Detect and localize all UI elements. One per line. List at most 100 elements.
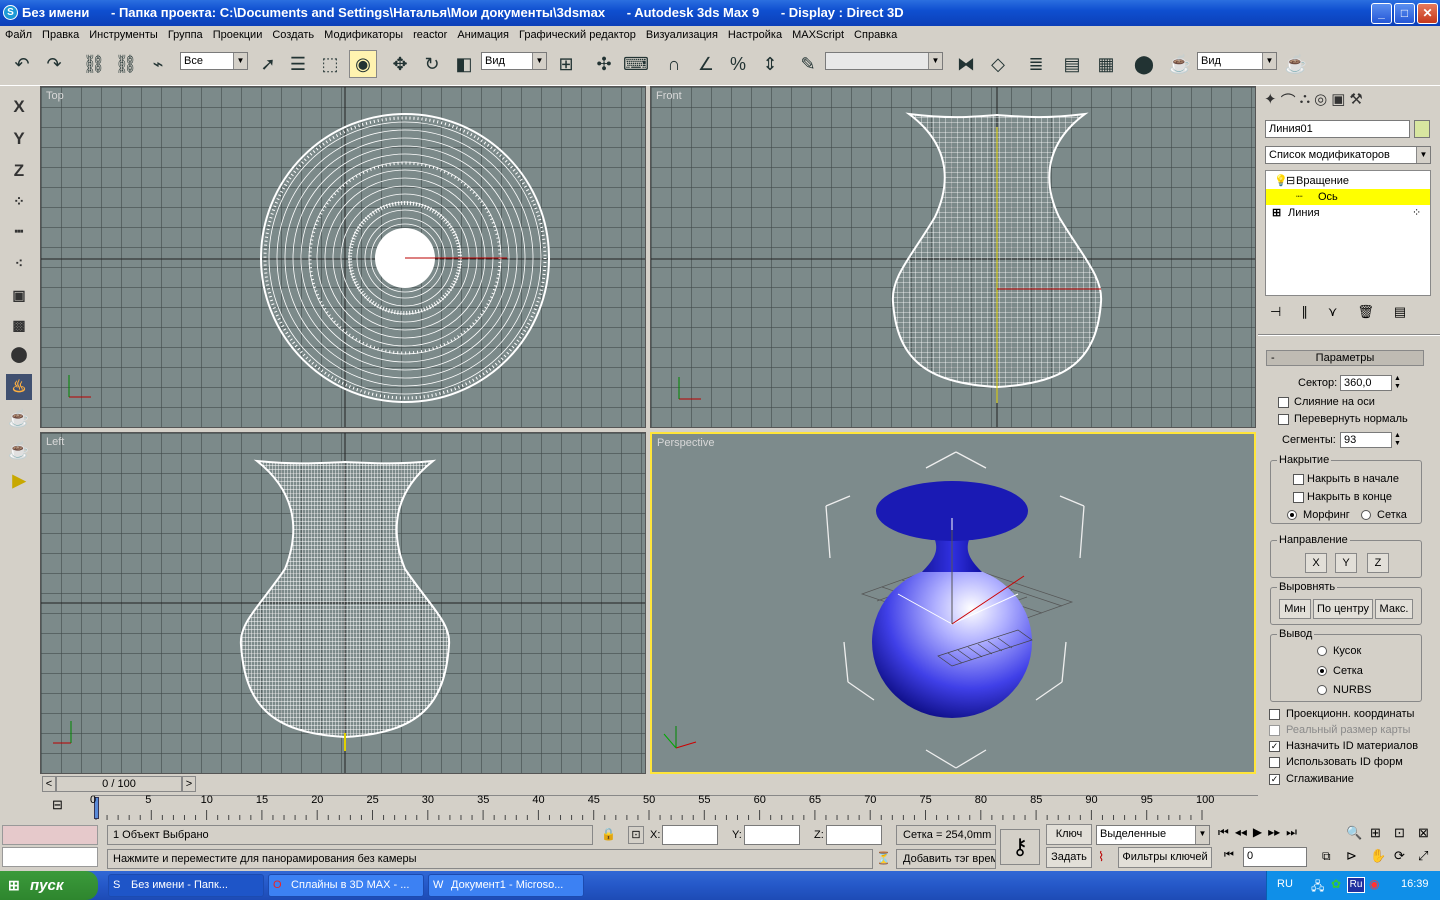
selection-filter-dropdown[interactable]: Все ▼: [180, 52, 248, 70]
collapse-icon[interactable]: ⊟: [1286, 173, 1295, 189]
key-mode-toggle-icon[interactable]: ⏮: [1224, 849, 1234, 862]
weld-core-checkbox[interactable]: [1278, 397, 1289, 408]
zoom-icon[interactable]: 🔍: [1346, 825, 1368, 846]
start-button[interactable]: ⊞ пуск: [0, 871, 98, 900]
viewport-left[interactable]: Left: [40, 432, 646, 774]
pin-stack-icon[interactable]: ⊣: [1270, 304, 1281, 324]
morph-radio[interactable]: [1287, 510, 1297, 520]
previous-frame-icon[interactable]: ◂◂: [1235, 825, 1247, 845]
menu-modifiers[interactable]: Модификаторы: [319, 26, 408, 44]
time-configuration-icon[interactable]: ⧉: [1322, 849, 1331, 864]
spinner-snap-icon[interactable]: ⇕: [756, 50, 784, 78]
undo-icon[interactable]: ↶: [8, 50, 36, 78]
flip-normals-checkbox[interactable]: [1278, 414, 1289, 425]
stack-item-axis[interactable]: ┈ Ось: [1266, 189, 1430, 205]
key-filters-icon[interactable]: ⌇: [1098, 849, 1104, 865]
track-bar-icon[interactable]: ⊟: [52, 797, 66, 815]
menu-edit[interactable]: Правка: [37, 26, 84, 44]
patch-radio[interactable]: [1317, 646, 1327, 656]
move-icon[interactable]: ✥: [386, 50, 414, 78]
hierarchy-tab-icon[interactable]: ⛬: [1300, 90, 1311, 114]
set-key-icon[interactable]: ⚷: [1000, 829, 1040, 865]
go-to-start-icon[interactable]: ⏮: [1218, 825, 1229, 845]
menu-group[interactable]: Группа: [163, 26, 208, 44]
maximize-viewport-icon[interactable]: ⤢: [1418, 848, 1440, 869]
x-coord-input[interactable]: [662, 825, 718, 845]
select-manipulate-icon[interactable]: ✣: [590, 50, 618, 78]
opera-tray-icon[interactable]: ◉: [1369, 877, 1379, 891]
keyboard-layout-badge[interactable]: Ru: [1347, 877, 1365, 893]
smooth-checkbox[interactable]: ✓: [1269, 774, 1280, 785]
restrict-x-icon[interactable]: X: [6, 94, 32, 120]
restrict-z-icon[interactable]: Z: [6, 158, 32, 184]
restrict-y-icon[interactable]: Y: [6, 126, 32, 152]
schematic-view-icon[interactable]: ▦: [1092, 50, 1120, 78]
menu-graph-editors[interactable]: Графический редактор: [514, 26, 641, 44]
display-tab-icon[interactable]: ▣: [1331, 90, 1345, 114]
stack-item-line[interactable]: ⊞ Линия ⁘: [1266, 205, 1430, 221]
3dsmax-app-icon[interactable]: S: [3, 5, 18, 20]
cap-start-checkbox[interactable]: [1293, 474, 1304, 485]
material-icon[interactable]: ▩: [6, 312, 32, 338]
quick-render-icon[interactable]: ☕: [1282, 50, 1310, 78]
render-setup-icon[interactable]: ☕: [1166, 50, 1194, 78]
object-name-field[interactable]: Линия01: [1265, 120, 1410, 138]
pivot-center-icon[interactable]: ⊞: [552, 50, 580, 78]
ref-coord-dropdown[interactable]: Вид ▼: [481, 52, 547, 70]
show-end-result-icon[interactable]: ∥: [1301, 304, 1308, 324]
panel-icon[interactable]: ▣: [6, 282, 32, 308]
render-type-dropdown[interactable]: Вид ▼: [1197, 52, 1277, 70]
configure-sets-icon[interactable]: ▤: [1394, 304, 1406, 324]
cap-end-checkbox[interactable]: [1293, 492, 1304, 503]
stack-item-lathe[interactable]: 💡 ⊟ Вращение: [1266, 173, 1430, 189]
teapot-icon[interactable]: ☕: [6, 438, 32, 464]
direction-x-button[interactable]: X: [1305, 553, 1327, 573]
viewport-front[interactable]: Front: [650, 86, 1256, 428]
auto-key-button[interactable]: Ключ: [1046, 824, 1092, 845]
particle-icon[interactable]: ⁘: [6, 188, 32, 214]
zoom-all-icon[interactable]: ⊞: [1370, 825, 1392, 846]
key-filters-button[interactable]: Фильтры ключей: [1118, 847, 1212, 868]
align-center-button[interactable]: По центру: [1313, 599, 1373, 619]
degrees-input[interactable]: 360,0: [1340, 375, 1392, 391]
rotate-icon[interactable]: ↻: [418, 50, 446, 78]
absolute-mode-icon[interactable]: ⊡: [628, 826, 644, 844]
close-button[interactable]: ✕: [1417, 3, 1438, 24]
menu-reactor[interactable]: reactor: [408, 26, 452, 44]
pan-view-icon[interactable]: ✋: [1370, 848, 1392, 869]
keyboard-shortcut-icon[interactable]: ⌨: [622, 50, 650, 78]
fire-icon[interactable]: ♨: [6, 374, 32, 400]
select-link-icon[interactable]: ⛓: [80, 50, 108, 78]
time-slider-prev-icon[interactable]: <: [42, 776, 56, 792]
align-min-button[interactable]: Мин: [1279, 599, 1311, 619]
menu-views[interactable]: Проекции: [208, 26, 268, 44]
task-opera[interactable]: O Сплайны в 3D MAX - ...: [268, 874, 424, 897]
utilities-tab-icon[interactable]: ⚒: [1349, 90, 1362, 114]
select-object-icon[interactable]: ➚: [254, 50, 282, 78]
redo-icon[interactable]: ↷: [40, 50, 68, 78]
y-coord-input[interactable]: [744, 825, 800, 845]
angle-snap-icon[interactable]: ∠: [692, 50, 720, 78]
go-to-end-icon[interactable]: ⏭: [1286, 825, 1297, 845]
degrees-spinner-icon[interactable]: ▲ ▼: [1394, 375, 1404, 391]
selection-lock-icon[interactable]: 🔒: [601, 827, 616, 841]
modifier-stack[interactable]: 💡 ⊟ Вращение ┈ Ось ⊞ Линия ⁘: [1265, 170, 1431, 296]
menu-create[interactable]: Создать: [267, 26, 319, 44]
modifier-list-dropdown[interactable]: Список модификаторов ▼: [1265, 146, 1431, 164]
motion-tab-icon[interactable]: ◎: [1314, 90, 1327, 114]
z-coord-input[interactable]: [826, 825, 882, 845]
viewport-perspective[interactable]: Perspective: [650, 432, 1256, 774]
modify-tab-icon[interactable]: ⌒: [1281, 90, 1296, 114]
icq-icon[interactable]: ✿: [1331, 877, 1341, 891]
gen-mapping-checkbox[interactable]: [1269, 709, 1280, 720]
percent-snap-icon[interactable]: %: [724, 50, 752, 78]
curve-editor-icon[interactable]: ▤: [1058, 50, 1086, 78]
mesh-radio[interactable]: [1317, 666, 1327, 676]
named-selection-dropdown[interactable]: ▼: [825, 52, 943, 70]
mirror-icon[interactable]: ⧓: [952, 50, 980, 78]
time-slider[interactable]: 0 / 100: [56, 776, 182, 792]
menu-animation[interactable]: Анимация: [452, 26, 514, 44]
use-shape-ids-checkbox[interactable]: [1269, 757, 1280, 768]
ruler-icon[interactable]: ┅: [6, 218, 32, 244]
play-icon[interactable]: ▶: [6, 468, 32, 494]
